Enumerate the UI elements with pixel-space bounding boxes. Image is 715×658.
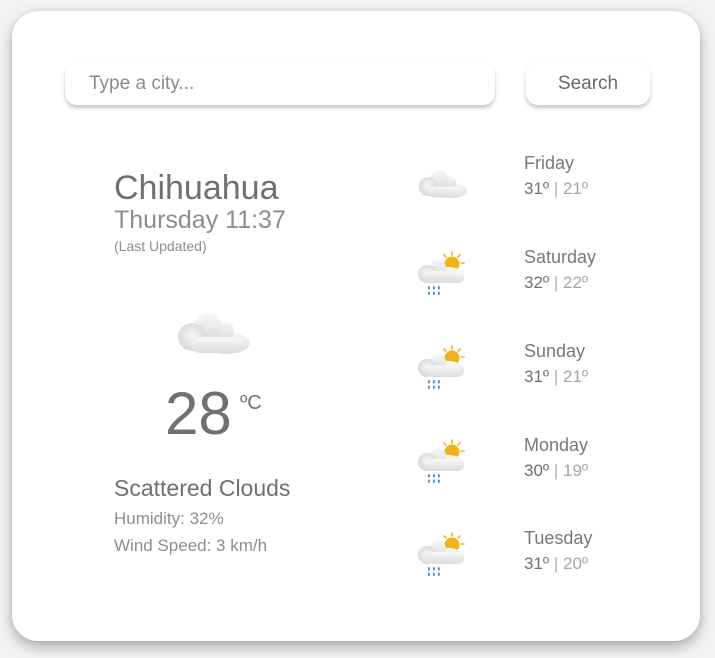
weather-card: Search Chihuahua Thursday 11:37 (Last Up…	[12, 11, 700, 641]
sun-rain-cloud-icon	[416, 251, 470, 297]
forecast-separator: |	[553, 179, 559, 198]
forecast-day: Sunday 31º | 21º	[412, 341, 662, 411]
forecast-separator: |	[553, 367, 559, 386]
forecast-high: 30º	[524, 461, 550, 480]
forecast-temps: 32º | 22º	[524, 273, 588, 293]
forecast-high: 31º	[524, 367, 550, 386]
city-name: Chihuahua	[114, 169, 279, 207]
humidity-readout: Humidity: 32%	[114, 509, 224, 528]
last-updated-note: (Last Updated)	[114, 238, 207, 254]
temperature-unit: ºC	[240, 392, 262, 414]
forecast-day: Friday 31º | 21º	[412, 153, 662, 223]
forecast-day-name: Sunday	[524, 341, 586, 361]
sun-rain-cloud-icon	[416, 345, 470, 391]
forecast-low: 19º	[563, 461, 589, 480]
forecast-temps: 31º | 20º	[524, 554, 588, 574]
sun-rain-cloud-icon	[416, 532, 470, 578]
forecast-temps: 31º | 21º	[524, 179, 588, 199]
forecast-day: Monday 30º | 19º	[412, 435, 662, 505]
forecast-low: 20º	[563, 554, 589, 573]
cloud-icon	[174, 309, 254, 357]
forecast-day-name: Friday	[524, 153, 575, 173]
forecast-day: Saturday 32º | 22º	[412, 247, 662, 317]
forecast-separator: |	[553, 554, 559, 573]
forecast-temps: 31º | 21º	[524, 367, 588, 387]
search-button[interactable]: Search	[526, 63, 650, 105]
forecast-day-name: Monday	[524, 435, 589, 455]
forecast-day-name: Tuesday	[524, 528, 593, 548]
forecast-high: 31º	[524, 554, 550, 573]
forecast-low: 21º	[563, 179, 589, 198]
wind-speed-readout: Wind Speed: 3 km/h	[114, 536, 268, 555]
forecast-separator: |	[553, 273, 559, 292]
forecast-day-name: Saturday	[524, 247, 597, 267]
current-datetime: Thursday 11:37	[114, 206, 286, 234]
forecast-high: 32º	[524, 273, 550, 292]
city-search-input[interactable]	[65, 63, 495, 105]
forecast-temps: 30º | 19º	[524, 461, 588, 481]
sun-rain-cloud-icon	[416, 439, 470, 485]
forecast-high: 31º	[524, 179, 550, 198]
forecast-day: Tuesday 31º | 20º	[412, 528, 662, 598]
weather-condition: Scattered Clouds	[114, 475, 291, 501]
cloud-icon	[416, 161, 470, 207]
current-temperature: 28	[165, 380, 232, 447]
forecast-low: 22º	[563, 273, 589, 292]
forecast-low: 21º	[563, 367, 589, 386]
forecast-separator: |	[553, 461, 559, 480]
